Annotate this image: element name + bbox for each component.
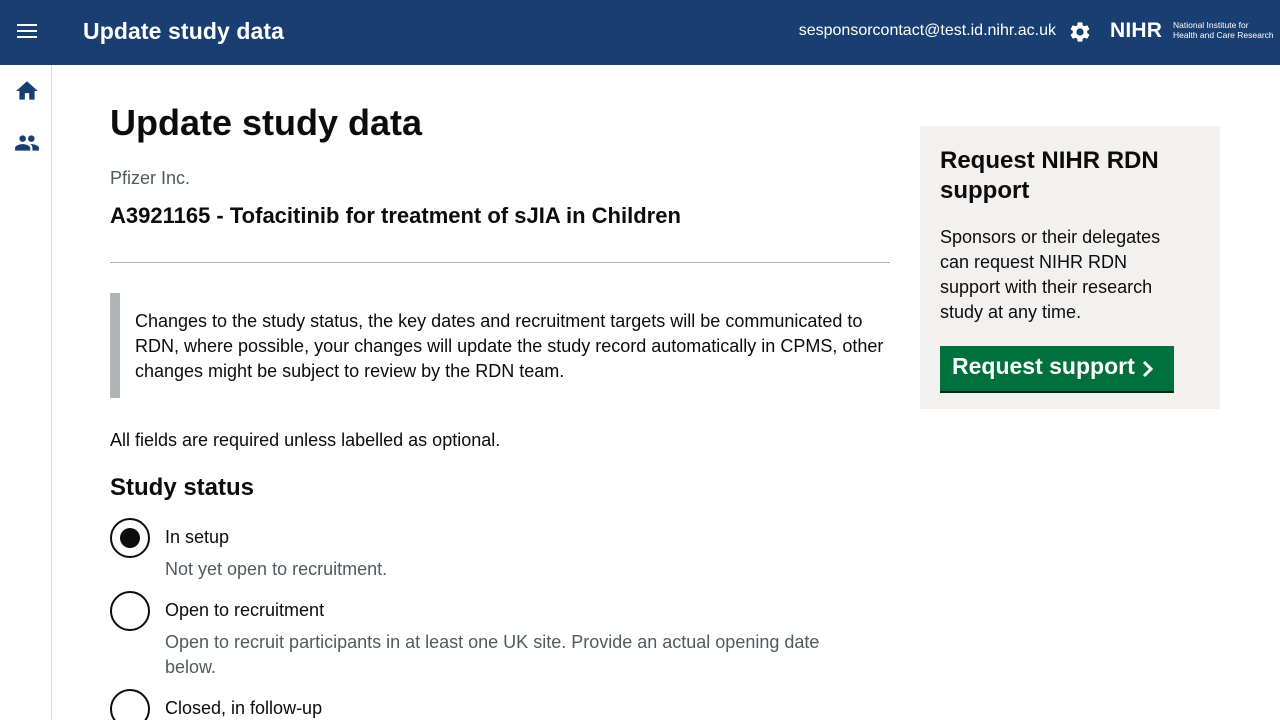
- panel-title: Request NIHR RDN support: [940, 147, 1159, 204]
- page-title: Update study data: [110, 102, 423, 143]
- study-title: A3921165 - Tofacitinib for treatment of …: [110, 203, 681, 228]
- people-icon[interactable]: [14, 130, 40, 156]
- chevron-right-icon: [1142, 360, 1154, 378]
- radio-label[interactable]: Open to recruitment: [165, 600, 324, 621]
- support-panel: Request NIHR RDN support Sponsors or the…: [920, 126, 1220, 409]
- app-title: Update study data: [83, 18, 285, 44]
- organisation-name: Pfizer Inc.: [110, 168, 191, 188]
- user-email: sesponsorcontact@test.id.nihr.ac.uk: [798, 22, 1056, 39]
- radio-hint: Not yet open to recruitment.: [165, 559, 388, 579]
- nihr-logo: NIHR National Institute for Health and C…: [1110, 19, 1274, 45]
- radio-in-setup[interactable]: [110, 518, 150, 558]
- logo-subtitle: National Institute for Health and Care R…: [1173, 20, 1274, 40]
- radio-closed-in-follow-up[interactable]: [110, 689, 150, 720]
- radio-hint: Open to recruit participants in at least…: [165, 632, 820, 677]
- section-divider: [110, 262, 890, 263]
- request-support-button[interactable]: Request support: [940, 346, 1174, 391]
- panel-text: Sponsors or their delegates can request …: [940, 227, 1161, 322]
- gear-icon[interactable]: [1068, 20, 1092, 44]
- radio-open-to-recruitment[interactable]: [110, 591, 150, 631]
- menu-icon[interactable]: [14, 20, 40, 46]
- radio-label[interactable]: Closed, in follow-up: [165, 698, 322, 719]
- inset-text: Changes to the study status, the key dat…: [110, 293, 890, 398]
- logo-subtitle-line2: Health and Care Research: [1173, 29, 1274, 40]
- study-status-heading: Study status: [110, 474, 255, 501]
- top-header: Update study data sesponsorcontact@test.…: [0, 0, 1280, 65]
- home-icon[interactable]: [14, 78, 40, 104]
- request-support-label: Request support: [952, 353, 1135, 379]
- radio-label[interactable]: In setup: [165, 527, 229, 548]
- required-fields-note: All fields are required unless labelled …: [110, 430, 501, 450]
- side-navigation: [0, 65, 52, 720]
- logo-wordmark: NIHR: [1110, 19, 1163, 42]
